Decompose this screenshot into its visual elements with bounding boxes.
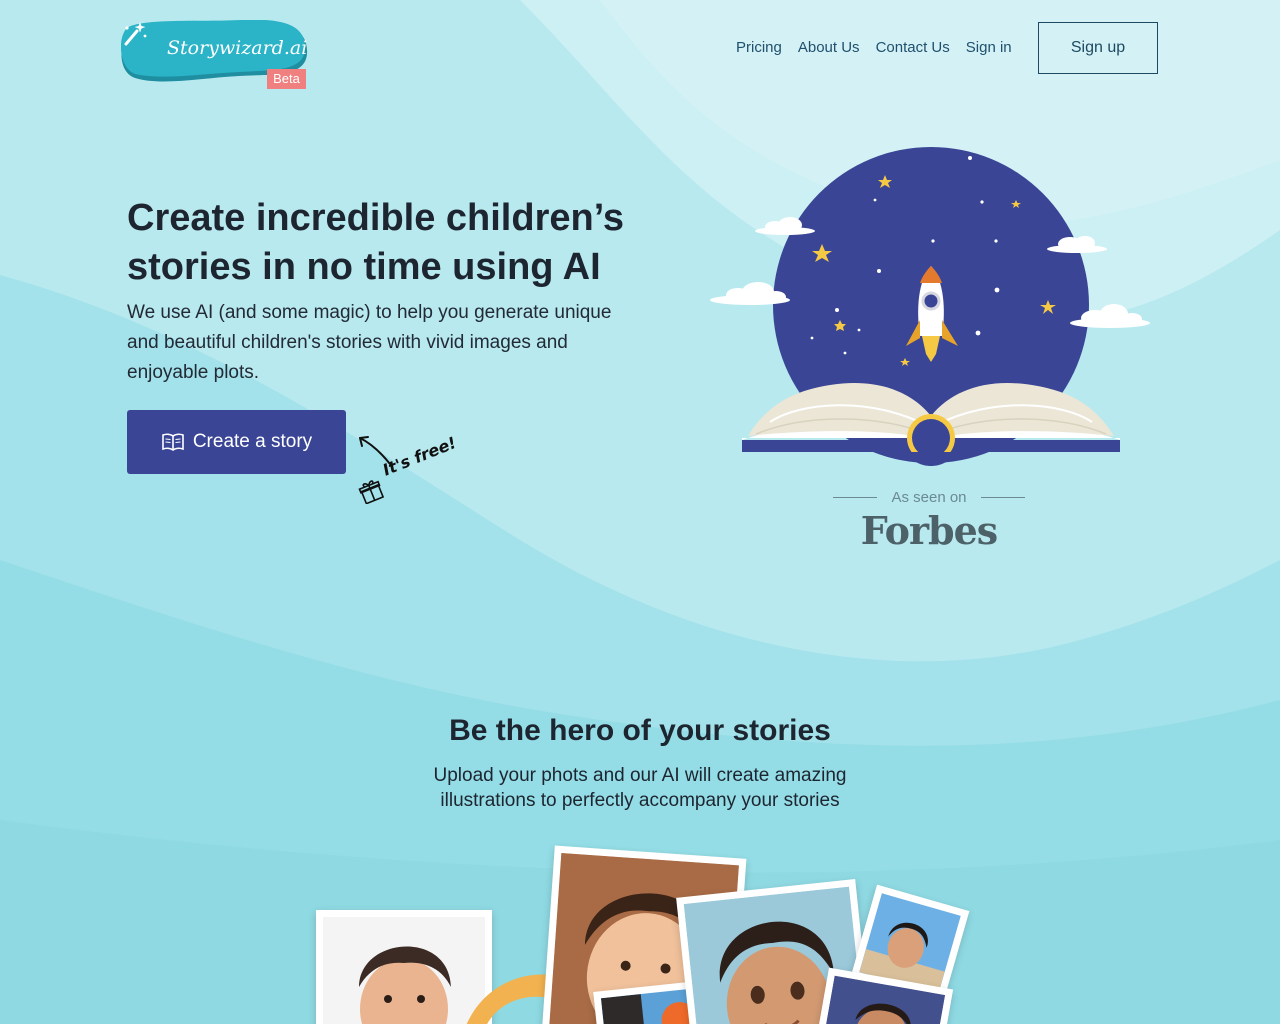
book-icon — [162, 433, 184, 451]
beta-badge: Beta — [267, 69, 306, 89]
feature-subtitle: Upload your phots and our AI will create… — [433, 765, 847, 811]
logo[interactable]: Storywizard.ai Beta — [121, 20, 311, 92]
rocket-book-illustration — [710, 147, 1150, 466]
feature-title: Be the hero of your stories — [449, 714, 831, 747]
nav-link-sign-in[interactable]: Sign in — [966, 38, 1012, 58]
gift-icon — [358, 480, 384, 504]
magic-wand-icon — [124, 22, 147, 46]
logo-text: Storywizard.ai — [167, 37, 308, 59]
page: Storywizard.ai Beta Pricing About Us Con… — [0, 0, 1280, 1024]
create-story-button[interactable]: Create a story — [127, 410, 346, 474]
nav-link-contact-us[interactable]: Contact Us — [876, 38, 950, 58]
as-seen-on-label: As seen on — [891, 488, 967, 506]
sign-up-button[interactable]: Sign up — [1038, 22, 1158, 74]
hero-subtitle: We use AI (and some magic) to help you g… — [127, 302, 612, 383]
hero-title: Create incredible children’s stories in … — [127, 197, 624, 288]
divider-line — [833, 496, 878, 498]
nav-link-pricing[interactable]: Pricing — [736, 38, 782, 58]
as-seen-on: As seen on — [830, 486, 1028, 508]
nav-link-about-us[interactable]: About Us — [798, 38, 860, 58]
forbes-logo: Forbes — [860, 508, 998, 553]
divider-line — [980, 496, 1025, 498]
create-story-label: Create a story — [192, 431, 313, 452]
top-nav: Pricing About Us Contact Us Sign in — [736, 38, 1012, 58]
